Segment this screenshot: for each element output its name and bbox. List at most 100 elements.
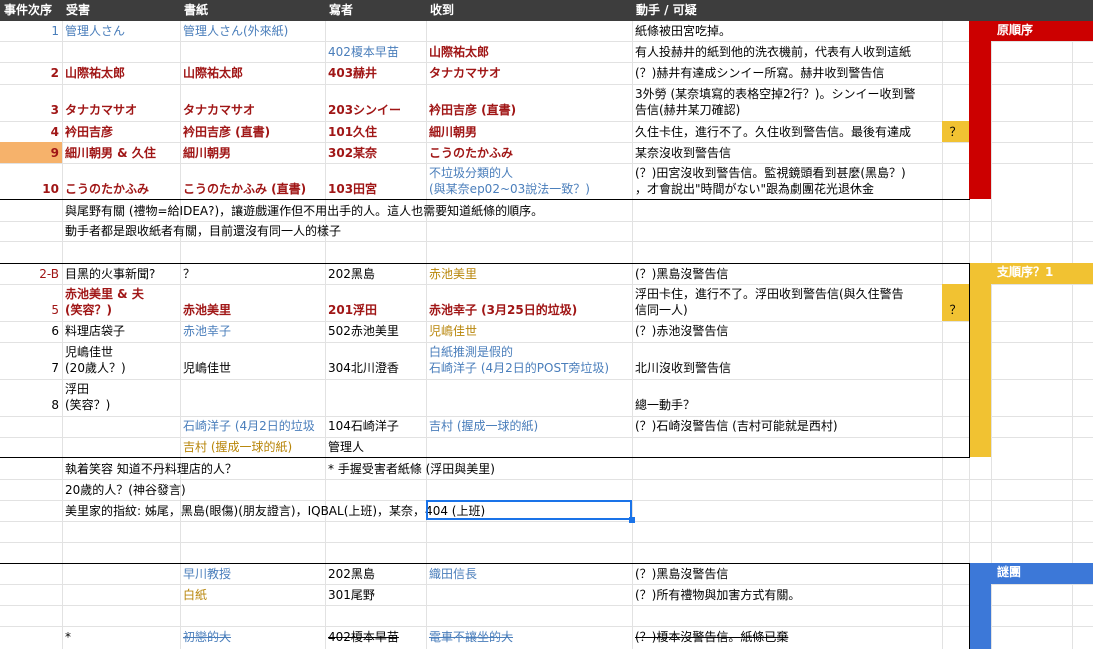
row2-sender[interactable]: 402榎本早苗 [325,45,402,60]
header-receiver[interactable]: 收到 [426,0,632,21]
row5-sender[interactable]: 101久住 [325,125,380,140]
row6-order[interactable]: 9 [0,146,62,161]
m1-letter[interactable]: 早川教授 [180,567,234,582]
row4-letter[interactable]: タナカマサオ [180,103,258,118]
b2-note-line1[interactable]: 浮田卡住，進行不了。浮田收到警告信(與久住警告 [632,287,907,302]
m3-receiver[interactable]: 電車不讓坐的大 [426,630,516,645]
b5-order[interactable]: 8 [0,398,62,413]
m3-note[interactable]: (？)榎本沒警告信。紙條已棄 [632,630,791,645]
b1-letter[interactable]: ？ [180,267,198,282]
b3-victim[interactable]: 料理店袋子 [62,324,128,339]
b2-order[interactable]: 5 [0,303,62,318]
section-branch[interactable]: 支順序？1 [991,263,1093,284]
row6-letter[interactable]: 細川朝男 [180,146,234,161]
row6-note[interactable]: 某奈沒收到警告信 [632,146,734,161]
b5-victim-line1[interactable]: 浮田 [62,382,92,397]
m1-note[interactable]: (？)黑島沒警告信 [632,567,731,582]
b4-order[interactable]: 7 [0,361,62,376]
b1-note[interactable]: (？)黑島沒警告信 [632,267,731,282]
b2-receiver[interactable]: 赤池幸子 (3月25日的垃圾) [426,303,580,318]
header-order[interactable]: 事件次序 [0,0,62,21]
header-note[interactable]: 動手 / 可疑 [632,0,942,21]
row3-receiver[interactable]: タナカマサオ [426,66,504,81]
row4-victim[interactable]: タナカマサオ [62,103,140,118]
row1-letter[interactable]: 管理人さん(外來紙) [180,24,291,39]
row3-letter[interactable]: 山際祐太郎 [180,66,246,81]
row4-note-line1[interactable]: 3外勞 (某奈填寫的表格空掉2行？)。シンイー收到警 [632,87,918,102]
note-3[interactable]: 美里家的指紋: 姊尾，黑島(眼傷)(朋友證言)，IQBAL(上班)，某奈，404… [62,504,488,519]
b2-sender[interactable]: 201浮田 [325,303,380,318]
header-victim[interactable]: 受害 [62,0,180,21]
b2-letter[interactable]: 赤池美里 [180,303,234,318]
b6-sender[interactable]: 104石崎洋子 [325,419,402,434]
b3-sender[interactable]: 502赤池美里 [325,324,402,339]
row6-sender[interactable]: 302某奈 [325,146,380,161]
b1-receiver[interactable]: 赤池美里 [426,267,480,282]
b4-sender[interactable]: 304北川澄香 [325,361,402,376]
comment-1[interactable]: 與尾野有關 (禮物=給IDEA?)，讓遊戲運作但不用出手的人。這人也需要知道紙條… [62,204,546,219]
section-mystery[interactable]: 謎團 [991,563,1093,584]
b3-note[interactable]: (？)赤池沒警告信 [632,324,731,339]
row1-note[interactable]: 紙條被田宮吃掉。 [632,24,734,39]
row6-victim[interactable]: 細川朝男 & 久住 [62,146,159,161]
row7-receiver-line1[interactable]: 不垃圾分類的人 [426,166,516,181]
m3-order[interactable]: * [62,630,74,645]
row4-receiver[interactable]: 衿田吉彦 (直書) [426,103,519,118]
row5-victim[interactable]: 衿田吉彦 [62,125,116,140]
row1-order[interactable]: 1 [0,24,62,39]
row7-sender[interactable]: 103田宮 [325,182,380,197]
row5-letter[interactable]: 衿田吉彦 (直書) [180,125,273,140]
b1-order[interactable]: 2-B [0,267,62,282]
row5-order[interactable]: 4 [0,125,62,140]
row6-receiver[interactable]: こうのたかふみ [426,146,516,161]
row7-victim[interactable]: こうのたかふみ [62,182,152,197]
selected-cell[interactable] [426,500,632,520]
comment-2[interactable]: 動手者都是跟收紙者有關，目前還沒有同一人的樣子 [62,224,344,239]
row1-victim[interactable]: 管理人さん [62,24,128,39]
row7-note-line1[interactable]: (？)田宮沒收到警告信。監視鏡頭看到甚麼(黑島？) [632,166,909,181]
m1-sender[interactable]: 202黑島 [325,567,378,582]
b2-victim-line1[interactable]: 赤池美里 & 夫 [62,287,147,302]
b4-victim-line1[interactable]: 児嶋佳世 [62,345,116,360]
b3-letter[interactable]: 赤池幸子 [180,324,234,339]
b4-receiver-line1[interactable]: 白紙推測是假的 [426,345,516,360]
b7-sender[interactable]: 管理人 [325,440,367,455]
row2-note[interactable]: 有人投赫井的紙到他的洗衣機前，代表有人收到這紙 [632,45,914,60]
row5-receiver[interactable]: 細川朝男 [426,125,480,140]
m3-sender[interactable]: 402榎本早苗 [325,630,402,645]
m2-sender[interactable]: 301尾野 [325,588,378,603]
m3-letter[interactable]: 初戀的大 [180,630,234,645]
m2-note[interactable]: (？)所有禮物與加害方式有關。 [632,588,803,603]
row3-sender[interactable]: 403赫井 [325,66,380,81]
note-2[interactable]: 20歲的人？(神谷發言) [62,483,189,498]
b1-sender[interactable]: 202黑島 [325,267,378,282]
b4-note[interactable]: 北川沒收到警告信 [632,361,734,376]
row3-order[interactable]: 2 [0,66,62,81]
row3-note[interactable]: (？)赫井有達成シンイー所寫。赫井收到警告信 [632,66,887,81]
b6-note[interactable]: (？)石崎沒警告信 (吉村可能就是西村) [632,419,841,434]
b6-receiver[interactable]: 吉村 (握成一球的紙) [426,419,541,434]
section-original[interactable]: 原順序 [991,21,1093,41]
b2-flag[interactable]: ？ [942,303,969,318]
row2-receiver[interactable]: 山際祐太郎 [426,45,492,60]
row7-order[interactable]: 10 [0,182,62,197]
b3-order[interactable]: 6 [0,324,62,339]
m2-letter[interactable]: 白紙 [180,588,210,603]
note-1a[interactable]: 執着笑容 知道不丹料理店的人？ [62,462,240,477]
header-letter[interactable]: 書紙 [180,0,325,21]
row7-letter[interactable]: こうのたかふみ (直書) [180,182,309,197]
b5-note[interactable]: 總一動手？ [632,398,698,413]
row3-victim[interactable]: 山際祐太郎 [62,66,128,81]
b1-victim[interactable]: 目黑的火事新聞? [62,267,158,282]
header-sender[interactable]: 寫者 [325,0,426,21]
b4-letter[interactable]: 児嶋佳世 [180,361,234,376]
row4-sender[interactable]: 203シンイー [325,103,404,118]
b3-receiver[interactable]: 児嶋佳世 [426,324,480,339]
row4-order[interactable]: 3 [0,103,62,118]
m1-receiver[interactable]: 織田信長 [426,567,480,582]
note-1b[interactable]: * 手握受害者紙條 (浮田與美里) [325,462,498,477]
row5-note[interactable]: 久住卡住，進行不了。久住收到警告信。最後有達成 [632,125,914,140]
row5-flag[interactable]: ？ [942,125,969,140]
fill-handle[interactable] [629,517,635,523]
b7-letter[interactable]: 吉村 (握成一球的紙) [180,440,295,455]
